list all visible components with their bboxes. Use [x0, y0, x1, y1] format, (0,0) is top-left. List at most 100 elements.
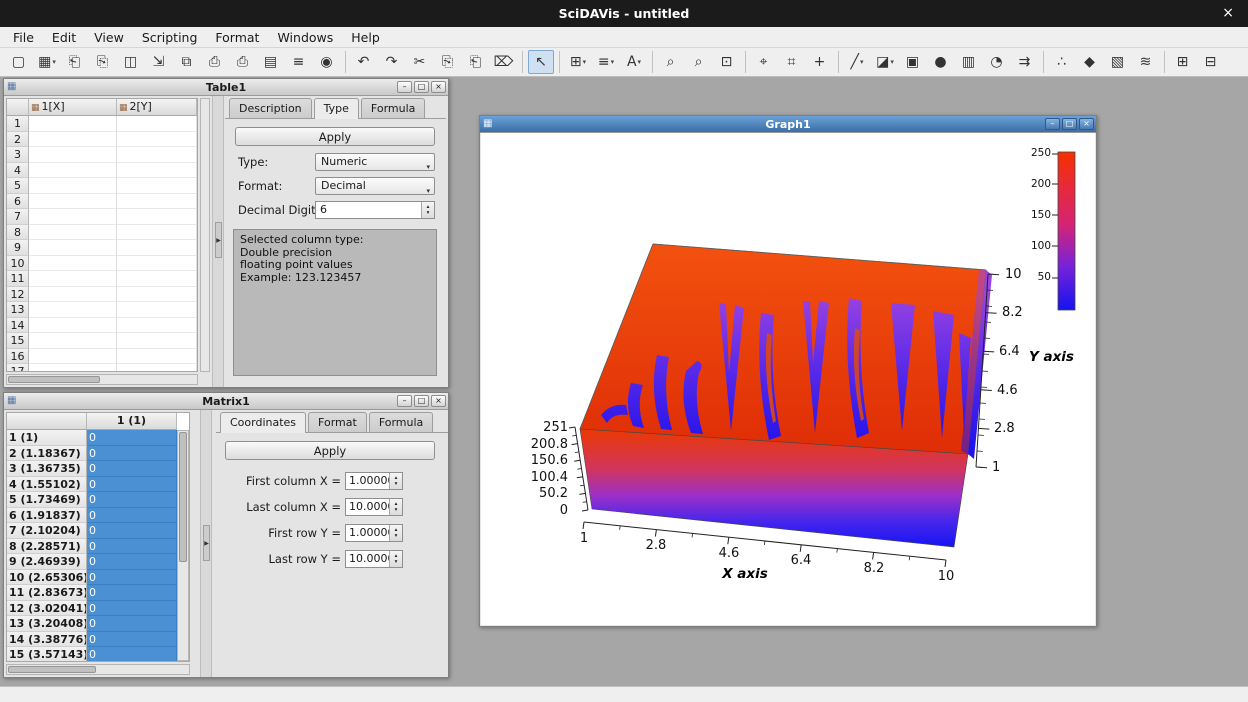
- menu-file[interactable]: File: [4, 28, 43, 47]
- cell[interactable]: [117, 256, 197, 272]
- add-table-icon[interactable]: ⊞: [1170, 50, 1196, 74]
- coordinate-spinbox[interactable]: 1.00000000 ▴▾: [345, 472, 403, 490]
- cell[interactable]: [29, 318, 117, 334]
- splitter[interactable]: ▶: [200, 410, 212, 677]
- cell-selected[interactable]: 0: [87, 585, 177, 601]
- cell[interactable]: [117, 364, 197, 372]
- cell[interactable]: [29, 302, 117, 318]
- plot-vectors-icon[interactable]: ⇉: [1012, 50, 1038, 74]
- undo-icon[interactable]: ↶: [351, 50, 377, 74]
- matrix1-titlebar[interactable]: ▦ Matrix1 – □ ×: [4, 393, 448, 410]
- cell[interactable]: [117, 147, 197, 163]
- row-header[interactable]: 14 (3.38776): [7, 632, 87, 648]
- cell[interactable]: [117, 209, 197, 225]
- app-close-icon[interactable]: ×: [1222, 5, 1234, 21]
- tab-description[interactable]: Description: [229, 98, 312, 118]
- plot3d-surface-icon[interactable]: ◆: [1077, 50, 1103, 74]
- menu-scripting[interactable]: Scripting: [133, 28, 207, 47]
- row-header[interactable]: 1: [7, 116, 29, 132]
- row-header[interactable]: 7: [7, 209, 29, 225]
- cell[interactable]: [29, 116, 117, 132]
- cell-selected[interactable]: 0: [87, 508, 177, 524]
- tab-formula[interactable]: Formula: [361, 98, 425, 118]
- paste-icon[interactable]: ⎗: [463, 50, 489, 74]
- graph1-titlebar[interactable]: ▦ Graph1 – □ ×: [480, 116, 1096, 133]
- results-log-icon[interactable]: ≡: [286, 50, 312, 74]
- cell[interactable]: [117, 225, 197, 241]
- row-header[interactable]: 16: [7, 349, 29, 365]
- minimize-icon[interactable]: –: [397, 81, 412, 93]
- data-reader-icon[interactable]: ⌖: [751, 50, 777, 74]
- rescale-plot-icon[interactable]: ⊡: [714, 50, 740, 74]
- new-column-icon[interactable]: ⊞▾: [565, 50, 591, 74]
- horizontal-scrollbar[interactable]: [6, 374, 198, 385]
- row-header[interactable]: 9 (2.46939): [7, 554, 87, 570]
- row-header[interactable]: 15: [7, 333, 29, 349]
- close-icon[interactable]: ×: [431, 81, 446, 93]
- tab-format[interactable]: Format: [308, 412, 367, 432]
- splitter-collapse-button[interactable]: ▶: [215, 222, 222, 258]
- cell[interactable]: [117, 349, 197, 365]
- cell[interactable]: [117, 194, 197, 210]
- matrix-column-header[interactable]: 1 (1): [87, 413, 177, 430]
- coordinate-spinbox[interactable]: 10.0000000 ▴▾: [345, 498, 403, 516]
- cell-selected[interactable]: 0: [87, 477, 177, 493]
- apply-button[interactable]: Apply: [225, 441, 435, 460]
- menu-help[interactable]: Help: [342, 28, 389, 47]
- apply-button[interactable]: Apply: [235, 127, 435, 146]
- spin-down-icon[interactable]: ▾: [395, 481, 398, 487]
- add-image-icon[interactable]: ▣: [900, 50, 926, 74]
- redo-icon[interactable]: ↷: [379, 50, 405, 74]
- cell-selected[interactable]: 0: [87, 523, 177, 539]
- row-header[interactable]: 13 (3.20408): [7, 616, 87, 632]
- row-header[interactable]: 5 (1.73469): [7, 492, 87, 508]
- delete-icon[interactable]: ⌦: [491, 50, 517, 74]
- import-ascii-icon[interactable]: ⇲: [146, 50, 172, 74]
- column-header-x[interactable]: ▦1[X]: [29, 99, 117, 116]
- column-header-y[interactable]: ▦2[Y]: [117, 99, 197, 116]
- row-header[interactable]: 17: [7, 364, 29, 372]
- menu-format[interactable]: Format: [206, 28, 268, 47]
- print-all-icon[interactable]: ⎙: [230, 50, 256, 74]
- cell[interactable]: [29, 147, 117, 163]
- cell-selected[interactable]: 0: [87, 539, 177, 555]
- row-header[interactable]: 4: [7, 163, 29, 179]
- cell-selected[interactable]: 0: [87, 632, 177, 648]
- cell[interactable]: [29, 364, 117, 372]
- open-template-icon[interactable]: ⎘: [90, 50, 116, 74]
- cell-selected[interactable]: 0: [87, 616, 177, 632]
- row-header[interactable]: 15 (3.57143): [7, 647, 87, 662]
- zoom-out-icon[interactable]: ⌕: [686, 50, 712, 74]
- cell[interactable]: [29, 194, 117, 210]
- cut-icon[interactable]: ✂: [407, 50, 433, 74]
- plot3d-box-icon[interactable]: ▧: [1105, 50, 1131, 74]
- format-combobox[interactable]: Decimal ▾: [315, 177, 435, 195]
- row-header[interactable]: 11: [7, 271, 29, 287]
- vertical-scrollbar[interactable]: [200, 98, 210, 372]
- tab-type[interactable]: Type: [314, 98, 359, 119]
- row-header[interactable]: 4 (1.55102): [7, 477, 87, 493]
- cell[interactable]: [29, 163, 117, 179]
- cell[interactable]: [117, 132, 197, 148]
- pointer-tool-icon[interactable]: ↖: [528, 50, 554, 74]
- coordinate-spinbox[interactable]: 1.00000000 ▴▾: [345, 524, 403, 542]
- cell[interactable]: [117, 271, 197, 287]
- cell[interactable]: [29, 209, 117, 225]
- add-matrix-icon[interactable]: ⊟: [1198, 50, 1224, 74]
- cell[interactable]: [29, 287, 117, 303]
- draw-line-icon[interactable]: ╱▾: [844, 50, 870, 74]
- select-range-icon[interactable]: ⌗: [779, 50, 805, 74]
- project-explorer-icon[interactable]: ▤: [258, 50, 284, 74]
- scrollbar-thumb[interactable]: [179, 432, 187, 562]
- cell[interactable]: [29, 240, 117, 256]
- spin-down-icon[interactable]: ▾: [395, 533, 398, 539]
- cell[interactable]: [117, 287, 197, 303]
- coordinate-spinbox[interactable]: 10.0000000 ▴▾: [345, 550, 403, 568]
- tab-formula[interactable]: Formula: [369, 412, 433, 432]
- cell-selected[interactable]: 0: [87, 492, 177, 508]
- cell-selected[interactable]: 0: [87, 430, 177, 446]
- spin-down-icon[interactable]: ▾: [395, 559, 398, 565]
- duplicate-window-icon[interactable]: ⧉: [174, 50, 200, 74]
- digits-spinbox[interactable]: 6 ▴▾: [315, 201, 435, 219]
- menu-windows[interactable]: Windows: [268, 28, 342, 47]
